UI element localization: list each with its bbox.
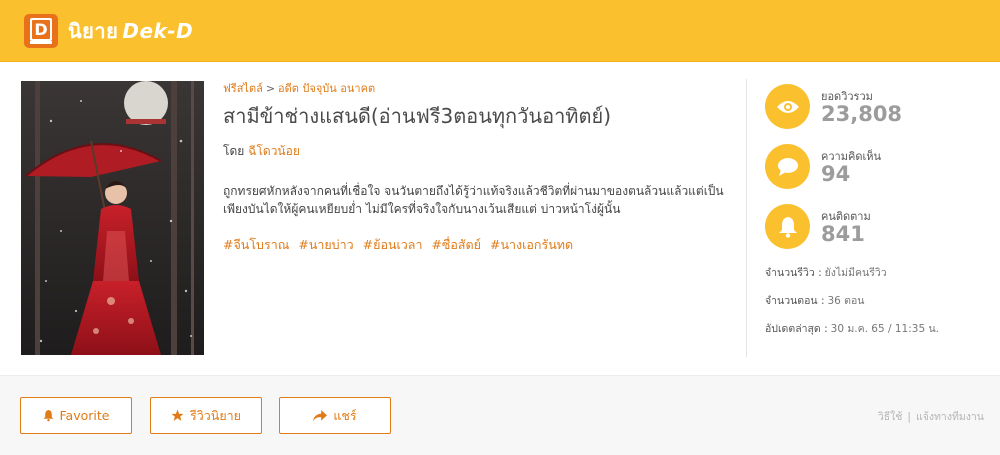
tag-list: #จีนโบราณ #นายบ่าว #ย้อนเวลา #ซื่อสัตย์ … — [223, 236, 728, 254]
breadcrumb-category[interactable]: ฟรีสไตล์ — [223, 82, 263, 95]
tag-link[interactable]: #ซื่อสัตย์ — [431, 237, 481, 252]
stats-panel: ยอดวิวรวม 23,808 ความคิดเห็น 94 คนติดตาม… — [765, 84, 985, 350]
comments-value: 94 — [821, 162, 851, 186]
report-link[interactable]: แจ้งทางทีมงาน — [916, 411, 984, 423]
bell-icon — [43, 409, 54, 422]
logo-thai-text: นิยาย — [68, 19, 119, 43]
howto-link[interactable]: วิธีใช้ — [878, 411, 903, 423]
tag-link[interactable]: #นางเอกรันทด — [490, 237, 573, 252]
dek-d-book-icon: D — [23, 13, 59, 49]
footer-divider: | — [907, 411, 911, 423]
action-bar: Favorite รีวิวนิยาย แชร์ วิธีใช้ | แจ้งทาง… — [0, 375, 1000, 455]
followers-stat: คนติดตาม 841 — [765, 204, 985, 264]
comments-stat: ความคิดเห็น 94 — [765, 144, 985, 204]
novel-meta: จำนวนรีวิว : ยังไม่มีคนรีวิว จำนวนตอน :36… — [765, 266, 985, 350]
views-stat: ยอดวิวรวม 23,808 — [765, 84, 985, 144]
favorite-button-label: Favorite — [59, 408, 110, 423]
views-value: 23,808 — [821, 102, 903, 126]
novel-details: ฟรีสไตล์ > อดีต ปัจจุบัน อนาคต สามีข้าช่าง… — [223, 81, 728, 254]
author-line: โดย ฉีโดวน้อย — [223, 142, 728, 160]
share-button-label: แชร์ — [333, 407, 357, 423]
reviews-count-value: ยังไม่มีคนรีวิว — [824, 267, 887, 279]
share-button[interactable]: แชร์ — [279, 397, 391, 434]
chapters-count-label: จำนวนตอน : — [765, 295, 825, 307]
reviews-count-label: จำนวนรีวิว : — [765, 267, 822, 279]
novel-description: ถูกทรยศหักหลังจากคนที่เชื่อใจ จนวันตายถึ… — [223, 184, 724, 216]
top-navigation-bar: D นิยาย Dek-D — [0, 0, 1000, 62]
share-arrow-icon — [313, 409, 328, 422]
review-button-label: รีวิวนิยาย — [190, 407, 241, 423]
star-icon — [171, 409, 184, 422]
author-prefix: โดย — [223, 144, 245, 158]
breadcrumb-subcategory[interactable]: อดีต ปัจจุบัน อนาคต — [278, 82, 375, 95]
novel-info-section: ฟรีสไตล์ > อดีต ปัจจุบัน อนาคต สามีข้าช่าง… — [0, 63, 1000, 375]
breadcrumb-separator: > — [265, 82, 276, 95]
last-updated-row: อัปเดตล่าสุด :30 ม.ค. 65 / 11:35 น. — [765, 322, 985, 350]
eye-icon — [765, 84, 810, 129]
chapters-count-value: 36 ตอน — [827, 295, 865, 307]
last-updated-label: อัปเดตล่าสุด : — [765, 323, 828, 335]
author-name-link[interactable]: ฉีโดวน้อย — [248, 144, 300, 158]
speech-bubble-icon — [765, 144, 810, 189]
breadcrumb: ฟรีสไตล์ > อดีต ปัจจุบัน อนาคต — [223, 81, 728, 97]
logo-brand-name: Dek-D — [122, 19, 194, 43]
logo-text: นิยาย Dek-D — [68, 15, 193, 47]
tag-link[interactable]: #นายบ่าว — [298, 237, 353, 252]
novel-cover-image — [21, 81, 204, 355]
novel-title: สามีข้าช่างแสนดี(อ่านฟรี3ตอนทุกวันอาทิตย… — [223, 104, 611, 128]
last-updated-value: 30 ม.ค. 65 / 11:35 น. — [830, 323, 939, 335]
svg-text:D: D — [34, 20, 47, 39]
site-logo[interactable]: D นิยาย Dek-D — [23, 13, 193, 49]
review-button[interactable]: รีวิวนิยาย — [150, 397, 262, 434]
tag-link[interactable]: #ย้อนเวลา — [363, 237, 423, 252]
reviews-count-row: จำนวนรีวิว : ยังไม่มีคนรีวิว — [765, 266, 985, 294]
footer-links: วิธีใช้ | แจ้งทางทีมงาน — [878, 408, 984, 425]
favorite-button[interactable]: Favorite — [20, 397, 132, 434]
chapters-count-row: จำนวนตอน :36 ตอน — [765, 294, 985, 322]
bell-icon — [765, 204, 810, 249]
followers-value: 841 — [821, 222, 865, 246]
divider — [746, 79, 747, 357]
tag-link[interactable]: #จีนโบราณ — [223, 237, 289, 252]
